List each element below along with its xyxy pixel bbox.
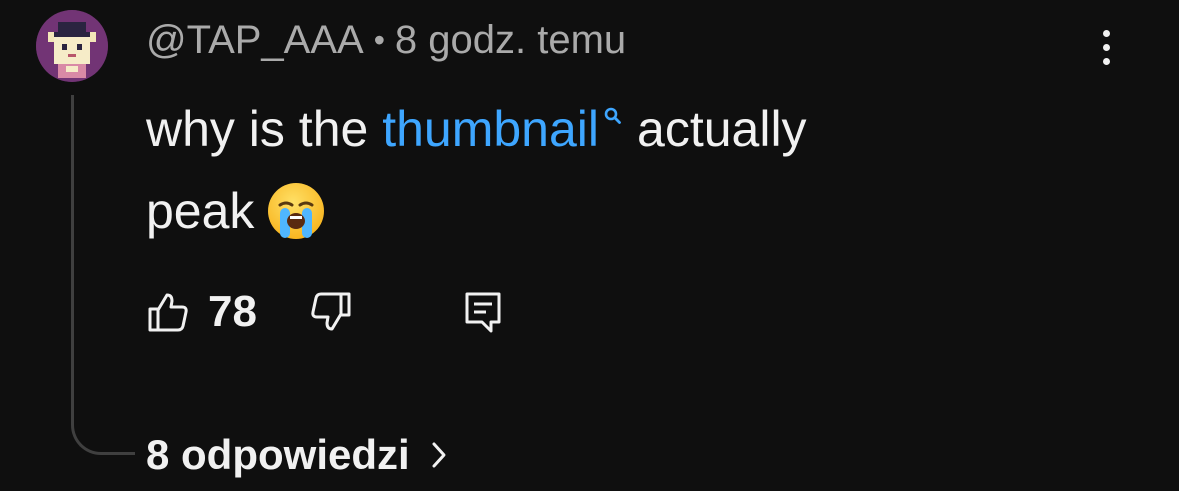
view-replies-button[interactable]: 8 odpowiedzi — [146, 426, 448, 484]
comment-timestamp: 8 godz. temu — [394, 17, 627, 62]
comment-actions: 78 — [146, 284, 505, 340]
reply-comment-icon[interactable] — [461, 290, 505, 334]
comment-header: @TAP_AAA • 8 godz. temu — [146, 14, 626, 66]
comment-text-part: why is the — [146, 101, 383, 157]
search-link[interactable]: thumbnail — [382, 101, 637, 157]
search-link-label: thumbnail — [382, 101, 600, 157]
comment-text: why is the thumbnail actually peak — [146, 88, 1106, 252]
meta-separator: • — [373, 21, 385, 58]
replies-label: 8 odpowiedzi — [146, 431, 410, 478]
comment-text-part: actually — [637, 101, 807, 157]
more-vertical-icon-dot — [1102, 57, 1110, 65]
chevron-right-icon — [432, 442, 446, 468]
more-options-button[interactable] — [1086, 22, 1126, 72]
more-vertical-icon-dot — [1102, 29, 1110, 37]
more-vertical-icon-dot — [1102, 43, 1110, 51]
avatar[interactable] — [36, 10, 108, 82]
loudly-crying-face-emoji — [268, 182, 325, 239]
search-icon — [604, 107, 621, 124]
like-count: 78 — [208, 287, 257, 336]
comment-text-part: peak — [146, 183, 255, 239]
thread-connector-line — [71, 95, 135, 455]
author-name[interactable]: @TAP_AAA — [146, 18, 364, 63]
avatar-image — [36, 10, 108, 82]
thumbs-down-icon[interactable] — [309, 290, 353, 334]
thumbs-up-icon[interactable] — [146, 290, 190, 334]
